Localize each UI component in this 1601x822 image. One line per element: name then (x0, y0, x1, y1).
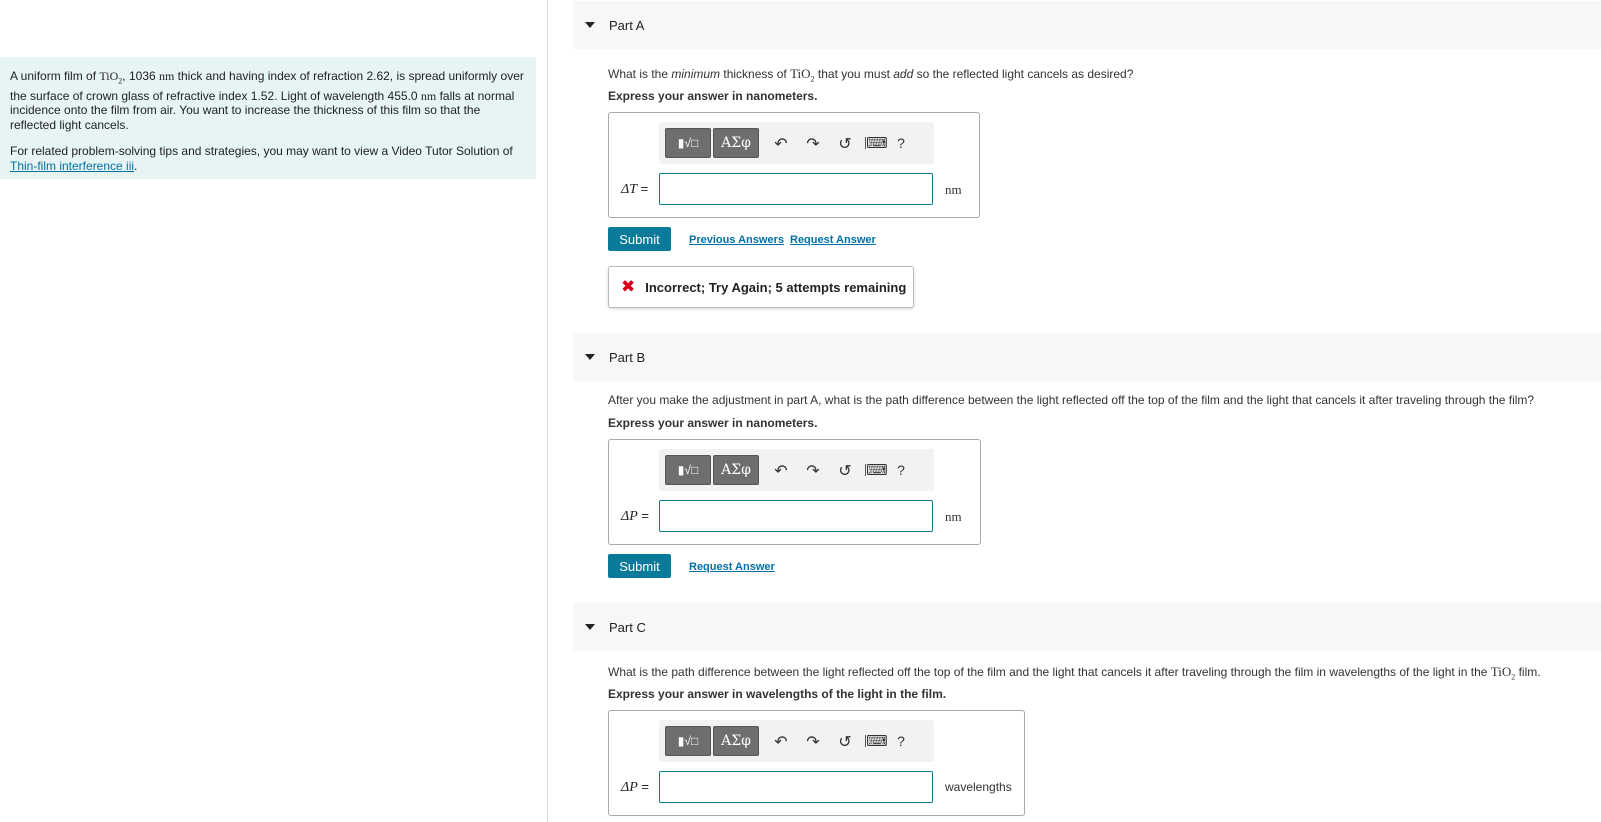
keyboard-icon[interactable]: ⌨ (866, 134, 888, 152)
undo-icon[interactable]: ↶ (765, 461, 797, 480)
help-button[interactable]: ? (888, 462, 914, 478)
part-b-unit: nm (945, 509, 962, 524)
symbols-button[interactable]: ΑΣφ (713, 128, 759, 158)
collapse-caret-icon[interactable] (585, 22, 595, 28)
problem-statement: A uniform film of TiO2, 1036 nm thick an… (0, 57, 536, 179)
part-b-instructions: Express your answer in nanometers. (608, 416, 818, 430)
math-toolbar: ▮√□ ΑΣφ ↶ ↷ ↺ ⌨ ? (659, 720, 934, 762)
part-b-title: Part B (609, 349, 646, 365)
part-b-answer-input[interactable] (659, 500, 933, 532)
part-c-header[interactable]: Part C (573, 603, 1601, 651)
math-toolbar: ▮√□ ΑΣφ ↶ ↷ ↺ ⌨ ? (659, 122, 934, 164)
symbols-button[interactable]: ΑΣφ (713, 455, 759, 485)
part-a-request-answer-link[interactable]: Request Answer (790, 234, 876, 246)
redo-icon[interactable]: ↷ (797, 732, 829, 751)
reset-icon[interactable]: ↺ (829, 732, 861, 751)
part-c-question: What is the path difference between the … (608, 664, 1541, 682)
part-c-answer-input[interactable] (659, 771, 933, 803)
part-a-unit: nm (945, 182, 962, 197)
help-button[interactable]: ? (888, 733, 914, 749)
part-c-variable-label: ΔP = (621, 779, 649, 795)
part-a-instructions: Express your answer in nanometers. (608, 89, 818, 103)
part-c-title: Part C (609, 619, 646, 635)
problem-intro: A uniform film of TiO2, 1036 nm thick an… (10, 69, 524, 132)
undo-icon[interactable]: ↶ (765, 732, 797, 751)
templates-button[interactable]: ▮√□ (665, 726, 711, 756)
keyboard-icon[interactable]: ⌨ (866, 732, 888, 750)
templates-button[interactable]: ▮√□ (665, 128, 711, 158)
reset-icon[interactable]: ↺ (829, 461, 861, 480)
part-a-header[interactable]: Part A (573, 1, 1601, 49)
math-toolbar: ▮√□ ΑΣφ ↶ ↷ ↺ ⌨ ? (659, 449, 934, 491)
part-a-variable-label: ΔT = (621, 181, 649, 197)
part-a-feedback: ✖ Incorrect; Try Again; 5 attempts remai… (608, 266, 914, 308)
part-b-variable-label: ΔP = (621, 508, 649, 524)
part-a-title: Part A (609, 17, 645, 33)
part-a-answer-input[interactable] (659, 173, 933, 205)
part-b-answer-box: ▮√□ ΑΣφ ↶ ↷ ↺ ⌨ ? ΔP = nm (608, 439, 981, 545)
redo-icon[interactable]: ↷ (797, 461, 829, 480)
feedback-message: Incorrect; Try Again; 5 attempts remaini… (645, 279, 907, 295)
part-b-request-answer-link[interactable]: Request Answer (689, 561, 775, 573)
part-a-submit-button[interactable]: Submit (608, 227, 671, 251)
tio2-formula: TiO2 (99, 69, 123, 86)
problem-tips: For related problem-solving tips and str… (10, 144, 513, 173)
panel-divider (547, 0, 548, 822)
undo-icon[interactable]: ↶ (765, 134, 797, 153)
redo-icon[interactable]: ↷ (797, 134, 829, 153)
part-a-question: What is the minimum thickness of TiO2 th… (608, 66, 1134, 84)
help-button[interactable]: ? (888, 135, 914, 151)
collapse-caret-icon[interactable] (585, 624, 595, 630)
templates-button[interactable]: ▮√□ (665, 455, 711, 485)
part-a-answer-box: ▮√□ ΑΣφ ↶ ↷ ↺ ⌨ ? ΔT = nm (608, 112, 980, 218)
symbols-button[interactable]: ΑΣφ (713, 726, 759, 756)
part-c-unit: wavelengths (945, 780, 1012, 794)
part-c-answer-box: ▮√□ ΑΣφ ↶ ↷ ↺ ⌨ ? ΔP = wavelengths (608, 710, 1025, 816)
part-c-instructions: Express your answer in wavelengths of th… (608, 687, 947, 701)
reset-icon[interactable]: ↺ (829, 134, 861, 153)
previous-answers-link[interactable]: Previous Answers (689, 234, 784, 246)
incorrect-x-icon: ✖ (621, 277, 636, 297)
part-b-submit-button[interactable]: Submit (608, 554, 671, 578)
keyboard-icon[interactable]: ⌨ (866, 461, 888, 479)
part-b-header[interactable]: Part B (573, 333, 1601, 381)
collapse-caret-icon[interactable] (585, 354, 595, 360)
part-b-question: After you make the adjustment in part A,… (608, 393, 1535, 407)
video-tutor-link[interactable]: Thin-film interference iii (10, 159, 134, 173)
